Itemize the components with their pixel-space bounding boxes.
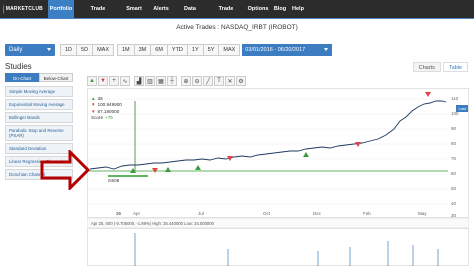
study-simple-moving-average[interactable]: Simple Moving Average: [5, 86, 73, 97]
red-arrow-annotation: [40, 150, 90, 190]
range-max-intraday[interactable]: MAX: [92, 44, 114, 56]
range-1d[interactable]: 1D: [60, 44, 78, 56]
green-triangle-icon: [303, 152, 309, 157]
range-6m[interactable]: 6M: [150, 44, 168, 56]
range-5d[interactable]: 5D: [76, 44, 94, 56]
line-chart-icon[interactable]: ∿: [120, 76, 130, 86]
marketclub-logo[interactable]: MARKETCLUB: [3, 3, 43, 15]
logo-text: MARKETCLUB: [5, 6, 43, 12]
ohlc-icon[interactable]: ┼: [167, 76, 177, 86]
bar-chart-icon[interactable]: ▦: [156, 76, 166, 86]
nav-blog[interactable]: Blog: [273, 0, 287, 18]
tab-below-chart[interactable]: Below-Chart: [39, 73, 73, 82]
price-chart-svg: 110 100 90 80 70 60 50 40 30 Apr Jul Oct…: [88, 92, 459, 218]
chevron-down-icon: [324, 48, 329, 51]
nav-portfolio[interactable]: Portfolio: [48, 0, 74, 18]
legend-score-label: Score: [91, 115, 104, 121]
crosshair-icon[interactable]: +: [109, 76, 119, 86]
y-label-60: 60: [451, 171, 457, 176]
text-tool-icon[interactable]: T: [214, 76, 224, 86]
y-label-70: 70: [451, 156, 457, 161]
x-label-feb: Feb: [363, 211, 371, 216]
zoom-out-icon[interactable]: ⊖: [192, 76, 202, 86]
green-triangle-icon: ▲: [91, 95, 96, 101]
annotation-date: 04/08: [108, 178, 120, 183]
red-triangle-icon: ▼: [91, 108, 96, 114]
nav-smart-scan[interactable]: Smart Scan: [120, 0, 148, 30]
chart-tools: ▲ ▼ + ∿ ▟ ▥ ▦ ┼ ⊕ ⊖ ╱ T ✕ ⚙: [87, 76, 246, 86]
triangle-down-icon[interactable]: ▼: [98, 76, 108, 86]
last-price-tag: Last: [456, 105, 468, 112]
trade-triangles: [130, 92, 431, 173]
y-label-90: 90: [451, 126, 457, 131]
date-range-select[interactable]: 03/01/2016 - 06/20/2017: [242, 44, 333, 56]
x-label-apr: Apr: [133, 211, 141, 216]
legend-red-value-1: 100.949900: [97, 102, 122, 108]
draw-line-icon[interactable]: ╱: [203, 76, 213, 86]
legend-green-value: 36: [97, 95, 103, 101]
legend-red-value-2: 87.180000: [97, 108, 120, 114]
range-max[interactable]: MAX: [218, 44, 241, 56]
nav-alerts[interactable]: Alerts: [151, 0, 171, 18]
top-navbar: MARKETCLUB Portfolio Trade Triangles Sma…: [0, 0, 474, 30]
triangle-up-icon[interactable]: ▲: [87, 76, 97, 86]
studies-heading: Studies: [5, 62, 32, 71]
y-label-110: 110: [451, 96, 459, 101]
nav-options[interactable]: Options: [246, 0, 270, 18]
red-triangle-icon: [355, 142, 361, 147]
logo-icon: [3, 4, 4, 14]
red-triangle-icon: [425, 92, 431, 97]
price-chart[interactable]: 110 100 90 80 70 60 50 40 30 Apr Jul Oct…: [87, 88, 469, 218]
ohlc-info-line: Apr 25, 000 (-0.705000, -1.89%) High: 35…: [87, 218, 469, 228]
range-1y[interactable]: 1Y: [186, 44, 204, 56]
study-exponential-moving-average[interactable]: Exponential Moving Average: [5, 99, 73, 110]
x-label-may: May: [418, 211, 427, 216]
range-3m[interactable]: 3M: [133, 44, 152, 56]
volume-panel[interactable]: [87, 228, 469, 266]
annotation-value: 36: [116, 211, 122, 216]
range-5y[interactable]: 5Y: [202, 44, 220, 56]
interval-dropdown[interactable]: Daily: [5, 44, 55, 56]
red-triangle-icon: ▼: [91, 102, 96, 108]
tab-charts[interactable]: Charts: [412, 62, 441, 72]
studies-tabs: On-Chart Below-Chart: [5, 73, 73, 82]
green-triangle-icon: [195, 165, 201, 170]
nav-help[interactable]: Help: [291, 0, 305, 18]
x-label-dec: Dec: [313, 211, 322, 216]
area-chart-icon[interactable]: ▟: [134, 76, 144, 86]
page-title: Active Trades : NASDAQ_IRBT (IROBOT): [176, 24, 298, 31]
volume-svg: [134, 233, 439, 266]
date-range-value: 03/01/2016 - 06/20/2017: [245, 47, 306, 53]
zoom-in-icon[interactable]: ⊕: [181, 76, 191, 86]
green-triangle-icon: [165, 167, 171, 172]
legend-score-value: +75: [105, 115, 113, 121]
y-label-40: 40: [451, 201, 457, 206]
view-tabs: Charts Table: [411, 62, 468, 72]
x-label-jul: Jul: [198, 211, 204, 216]
interval-value: Daily: [9, 47, 23, 53]
x-label-oct: Oct: [263, 211, 271, 216]
study-bollinger-bands[interactable]: Bollinger Bands: [5, 112, 73, 123]
tab-on-chart[interactable]: On-Chart: [5, 73, 39, 82]
settings-icon[interactable]: ⚙: [236, 76, 246, 86]
signal-legend: ▲ 36 ▼ 100.949900 ▼ 87.180000 Score +75: [91, 95, 122, 121]
candlestick-icon[interactable]: ▥: [145, 76, 155, 86]
range-ytd[interactable]: YTD: [166, 44, 188, 56]
chevron-down-icon: [47, 48, 51, 51]
range-1m[interactable]: 1M: [116, 44, 135, 56]
nav-trade-school[interactable]: Trade School: [209, 0, 243, 30]
y-label-50: 50: [451, 186, 457, 191]
red-triangle-icon: [152, 168, 158, 173]
chart-toolbar: Daily 1D 5D MAX 1M 3M 6M YTD 1Y 5Y MAX 0…: [5, 44, 333, 56]
tab-table[interactable]: Table: [442, 62, 468, 72]
nav-trade-triangles[interactable]: Trade Triangles: [78, 0, 118, 30]
nav-data-central[interactable]: Data Central: [174, 0, 206, 30]
study-psar[interactable]: Parabolic Stop and Reverse (PSAR): [5, 125, 73, 141]
eraser-icon[interactable]: ✕: [225, 76, 235, 86]
y-label-80: 80: [451, 141, 457, 146]
